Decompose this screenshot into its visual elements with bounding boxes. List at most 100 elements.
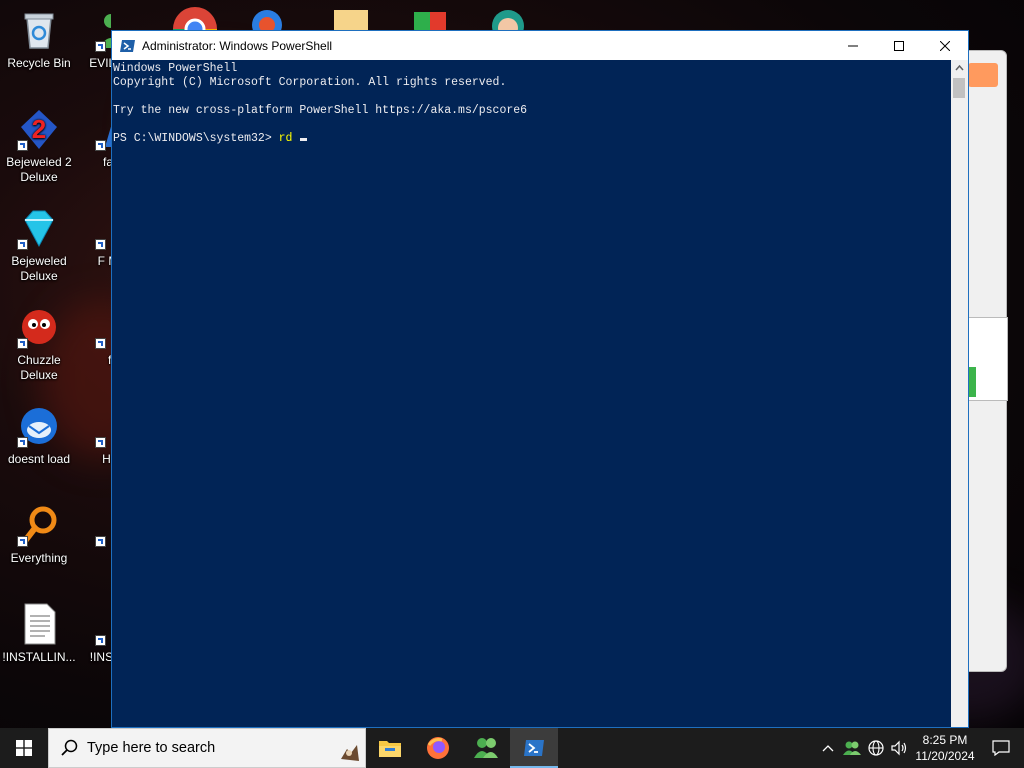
clock[interactable]: 8:25 PM 11/20/2024	[912, 732, 978, 764]
search-placeholder: Type here to search	[87, 740, 216, 756]
title-bar[interactable]: Administrator: Windows PowerShell	[112, 31, 968, 60]
shortcut-arrow-icon	[95, 536, 106, 547]
app-icon[interactable]	[488, 6, 528, 30]
speaker-icon	[891, 740, 907, 756]
scrollbar-thumb[interactable]	[953, 78, 965, 98]
search-icon	[61, 739, 78, 756]
app-icon[interactable]	[250, 8, 284, 30]
bejeweled-2-icon: 2	[17, 107, 61, 151]
vertical-scrollbar[interactable]	[951, 60, 968, 727]
app-icon	[95, 404, 111, 448]
desktop-icon-everything[interactable]: Everything	[0, 503, 78, 566]
people-icon	[843, 741, 861, 755]
app-icon	[95, 107, 111, 151]
desktop-icon-h-we[interactable]: H We	[78, 404, 111, 467]
text-document-icon	[95, 602, 111, 646]
close-button[interactable]	[922, 31, 968, 60]
shortcut-arrow-icon	[95, 41, 106, 52]
minimize-button[interactable]	[830, 31, 876, 60]
network-button[interactable]	[864, 728, 888, 768]
svg-text:2: 2	[32, 114, 46, 144]
people-icon	[95, 8, 111, 52]
typed-command: rd	[278, 132, 293, 145]
folder-icon	[379, 741, 401, 757]
text-cursor	[300, 138, 308, 141]
close-icon[interactable]	[968, 63, 998, 87]
desktop-icon-bejeweled-2[interactable]: 2 Bejeweled 2 Deluxe	[0, 107, 78, 185]
bejeweled-icon	[17, 206, 61, 250]
show-hidden-icons-button[interactable]	[816, 728, 840, 768]
desktop-icon-bejeweled[interactable]: Bejeweled Deluxe	[0, 206, 78, 284]
text-document-icon	[17, 602, 61, 646]
shortcut-arrow-icon	[17, 437, 28, 448]
desktop-icon-f-mon[interactable]: F MON	[78, 206, 111, 269]
desktop-icon-doesnt-load[interactable]: doesnt load	[0, 404, 78, 467]
firefox-icon	[427, 737, 449, 759]
taskbar: Type here to search 8:25 PM 11/20/2024	[0, 728, 1024, 768]
everything-search-icon	[17, 503, 61, 547]
console-output[interactable]: Windows PowerShell Copyright (C) Microsof…	[112, 60, 952, 727]
taskbar-app-file-explorer[interactable]	[366, 728, 414, 768]
taskbar-app-people[interactable]	[462, 728, 510, 768]
windows-logo-icon	[16, 740, 32, 756]
desktop-column-2: EVIL MEN fat lik F MON furr	[78, 0, 111, 728]
shortcut-arrow-icon	[17, 338, 28, 349]
prompt: PS C:\WINDOWS\system32>	[113, 132, 279, 145]
minimize-icon	[848, 45, 858, 46]
chuzzle-icon	[17, 305, 61, 349]
recycle-bin-icon	[17, 8, 61, 52]
shortcut-arrow-icon	[17, 140, 28, 151]
volume-button[interactable]	[888, 728, 912, 768]
console-line: Try the new cross-platform PowerShell ht…	[113, 104, 528, 117]
desktop-icon-is[interactable]: is	[78, 503, 111, 566]
taskbar-app-firefox[interactable]	[414, 728, 462, 768]
shortcut-arrow-icon	[95, 437, 106, 448]
console-line: Copyright (C) Microsoft Corporation. All…	[113, 76, 507, 89]
shortcut-arrow-icon	[95, 635, 106, 646]
desktop-icon-inst-sh[interactable]: !INST -SH	[78, 602, 111, 665]
powershell-icon	[524, 740, 544, 756]
clock-date: 11/20/2024	[915, 749, 975, 763]
notification-icon	[992, 740, 1010, 756]
shortcut-arrow-icon	[95, 338, 106, 349]
clock-time: 8:25 PM	[922, 733, 968, 747]
scroll-up-arrow-icon[interactable]	[951, 60, 968, 77]
chrome-icon[interactable]	[172, 6, 218, 30]
desktop-icon-recycle-bin[interactable]: Recycle Bin	[0, 8, 78, 71]
search-highlight-icon	[341, 745, 359, 761]
shield-icon[interactable]	[410, 8, 450, 30]
action-center-button[interactable]	[978, 728, 1024, 768]
app-icon	[95, 503, 111, 547]
window-title: Administrator: Windows PowerShell	[142, 38, 333, 53]
close-icon	[940, 40, 950, 51]
desktop-icon-chuzzle[interactable]: Chuzzle Deluxe	[0, 305, 78, 383]
system-tray: 8:25 PM 11/20/2024	[816, 728, 1024, 768]
firefox-icon	[95, 305, 111, 349]
shortcut-arrow-icon	[17, 536, 28, 547]
shortcut-arrow-icon	[17, 239, 28, 250]
app-icon[interactable]	[334, 10, 368, 30]
taskbar-app-powershell[interactable]	[510, 728, 558, 768]
maximize-button[interactable]	[876, 31, 922, 60]
desktop-icon-installing[interactable]: !INSTALLIN...	[0, 602, 78, 665]
powershell-window[interactable]: Administrator: Windows PowerShell Window…	[111, 30, 969, 728]
desktop-icon-fat-lik[interactable]: fat lik	[78, 107, 111, 170]
powershell-icon	[120, 39, 135, 52]
thunderbird-icon	[17, 404, 61, 448]
console-line: Windows PowerShell	[113, 62, 238, 75]
people-icon	[474, 738, 498, 758]
shortcut-arrow-icon	[95, 140, 106, 151]
chevron-up-icon	[822, 745, 834, 752]
start-button[interactable]	[0, 728, 48, 768]
shortcut-arrow-icon	[95, 239, 106, 250]
maximize-icon	[894, 40, 904, 51]
search-box[interactable]: Type here to search	[48, 728, 366, 768]
prompt-line[interactable]: PS C:\WINDOWS\system32> rd	[113, 132, 952, 146]
app-icon	[95, 206, 111, 250]
globe-network-icon	[868, 740, 884, 756]
desktop-icon-evil-men[interactable]: EVIL MEN	[78, 8, 111, 71]
tray-people-button[interactable]	[840, 728, 864, 768]
desktop-icon-furr[interactable]: furr	[78, 305, 111, 368]
